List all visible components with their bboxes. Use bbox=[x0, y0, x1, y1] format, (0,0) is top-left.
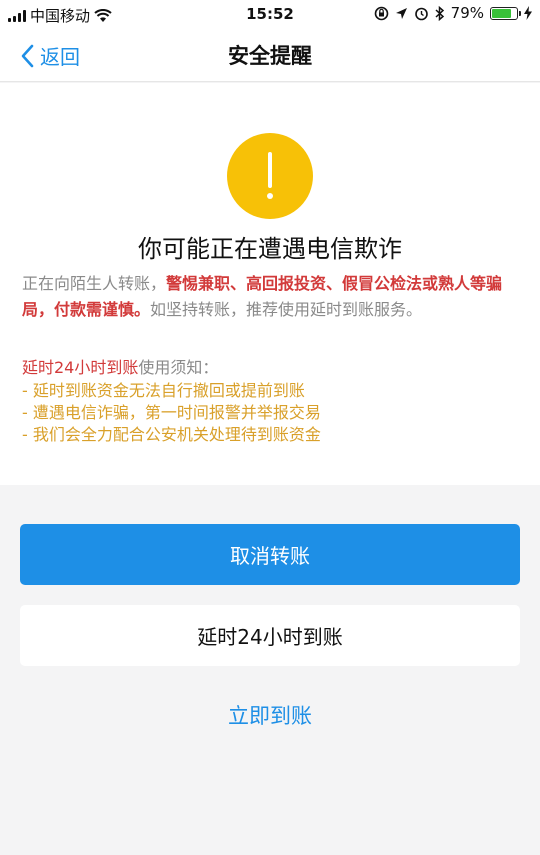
alert-card: 你可能正在遭遇电信欺诈 正在向陌生人转账，警惕兼职、高回报投资、假冒公检法或熟人… bbox=[0, 83, 540, 485]
battery-fill bbox=[492, 8, 511, 18]
alarm-icon bbox=[414, 7, 428, 20]
exclamation-icon bbox=[267, 152, 273, 199]
alert-description: 正在向陌生人转账，警惕兼职、高回报投资、假冒公检法或熟人等骗局，付款需谨慎。如坚… bbox=[22, 271, 522, 323]
notice-list: - 延时到账资金无法自行撤回或提前到账 - 遭遇电信诈骗，第一时间报警并举报交易… bbox=[22, 380, 321, 446]
status-right: 79% bbox=[374, 4, 532, 22]
battery-percent: 79% bbox=[450, 4, 484, 22]
notice-title: 延时24小时到账使用须知： bbox=[22, 357, 218, 379]
notice-item: - 遭遇电信诈骗，第一时间报警并举报交易 bbox=[22, 403, 321, 422]
delay-transfer-button[interactable]: 延时24小时到账 bbox=[20, 605, 520, 666]
status-bar: 中国移动 15:52 79% bbox=[0, 0, 540, 28]
location-icon bbox=[395, 7, 407, 19]
warning-badge bbox=[227, 133, 313, 219]
notice-item: - 延时到账资金无法自行撤回或提前到账 bbox=[22, 381, 305, 400]
alert-headline: 你可能正在遭遇电信欺诈 bbox=[138, 235, 402, 263]
instant-transfer-link[interactable]: 立即到账 bbox=[0, 700, 540, 730]
notice-suffix: 使用须知： bbox=[138, 358, 219, 377]
desc-part1: 正在向陌生人转账， bbox=[22, 274, 167, 293]
page-title: 安全提醒 bbox=[228, 44, 312, 68]
bluetooth-icon bbox=[435, 5, 444, 21]
cancel-transfer-button[interactable]: 取消转账 bbox=[20, 524, 520, 585]
charging-icon bbox=[524, 6, 532, 20]
nav-bar: 返回 安全提醒 bbox=[0, 28, 540, 82]
desc-part2: 如坚持转账，推荐使用延时到账服务。 bbox=[150, 300, 423, 319]
notice-highlight: 延时24小时到账 bbox=[22, 358, 139, 377]
notice-item: - 我们会全力配合公安机关处理待到账资金 bbox=[22, 425, 321, 444]
app-root: 中国移动 15:52 79% 返回 安全提醒 你可能正在遭遇电信欺诈 正在向陌生… bbox=[0, 0, 540, 855]
battery-icon bbox=[490, 6, 521, 20]
rotation-lock-icon bbox=[374, 6, 388, 20]
